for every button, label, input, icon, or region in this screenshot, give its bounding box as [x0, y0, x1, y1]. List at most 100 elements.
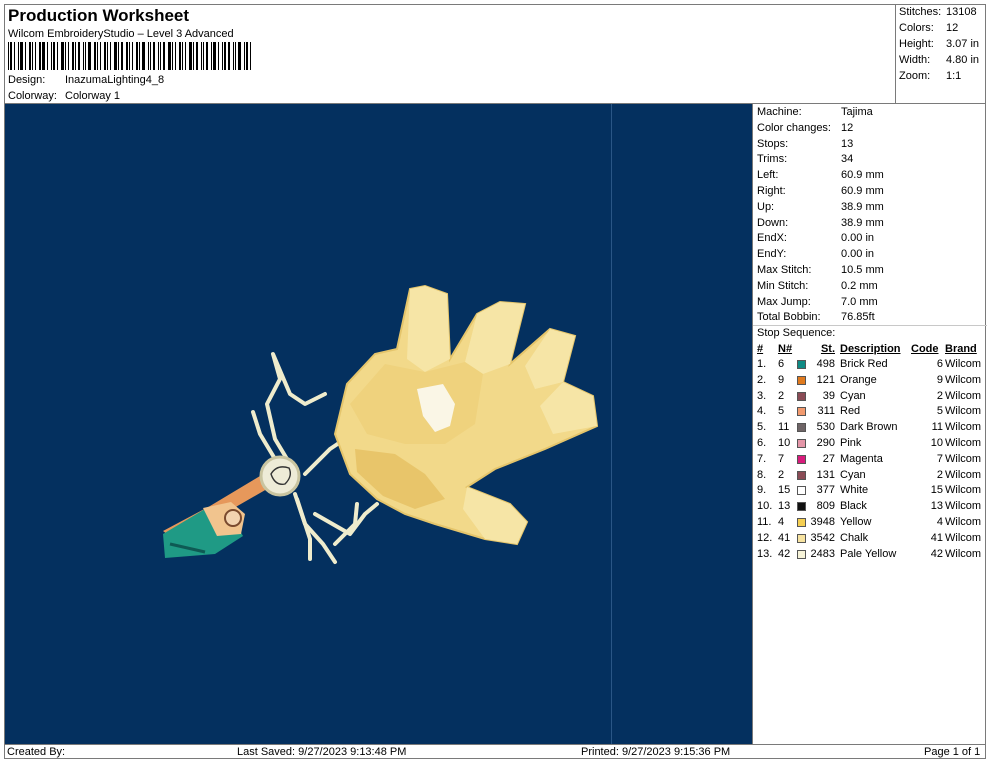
stop-sequence-row: 3. 2 39 Cyan 2 Wilcom: [753, 390, 987, 405]
barcode-bar: [8, 42, 9, 70]
cell-n: 2: [778, 389, 785, 402]
info-value: 76.85ft: [841, 311, 875, 324]
cell-n: 41: [778, 531, 791, 544]
barcode-bar: [10, 42, 12, 70]
cell-n: 5: [778, 405, 785, 418]
barcode-bar: [175, 42, 176, 70]
cell-code: 2: [936, 389, 943, 402]
last-saved: Last Saved: 9/27/2023 9:13:48 PM: [237, 746, 407, 758]
barcode-bar: [244, 42, 245, 70]
thread-color-swatch: [797, 454, 806, 464]
cell-st: 3542: [810, 531, 835, 544]
cell-desc: Pale Yellow: [840, 547, 897, 560]
cell-desc: Black: [840, 500, 867, 513]
cell-n: 15: [778, 484, 791, 497]
stat-value: 3.07 in: [946, 38, 980, 50]
cell-code: 9: [936, 373, 943, 386]
cell-num: 13.: [757, 547, 773, 560]
barcode-bar: [224, 42, 226, 70]
stop-sequence-row: 6. 10 290 Pink 10 Wilcom: [753, 437, 987, 452]
barcode-bar: [88, 42, 91, 70]
barcode-bar: [72, 42, 74, 70]
cell-n: 11: [778, 421, 790, 434]
stop-sequence-row: 8. 2 131 Cyan 2 Wilcom: [753, 469, 987, 484]
stop-sequence-row: 12. 41 3542 Chalk 41 Wilcom: [753, 532, 987, 547]
barcode-bar: [228, 42, 230, 70]
page-footer: Created By: Last Saved: 9/27/2023 9:13:4…: [4, 744, 986, 759]
cell-num: 3.: [757, 389, 767, 402]
info-label: Up:: [757, 200, 775, 213]
design-stats: Stitches: 13108 Colors: 12 Height: 3.07 in …: [895, 4, 986, 103]
stat-label: Width:: [899, 54, 931, 66]
cell-code: 15: [930, 484, 943, 497]
col-code: Code: [911, 343, 939, 355]
barcode-bar: [57, 42, 58, 70]
stop-sequence-row: 2. 9 121 Orange 9 Wilcom: [753, 374, 987, 389]
cell-brand: Wilcom: [945, 531, 982, 544]
cell-code: 42: [930, 547, 943, 560]
thread-color-swatch: [797, 486, 806, 496]
lightning-bolt: [313, 502, 379, 536]
barcode-bar: [189, 42, 192, 70]
cell-brand: Wilcom: [945, 484, 982, 497]
barcode-bar: [61, 42, 64, 70]
barcode-bar: [39, 42, 41, 70]
cell-n: 6: [778, 358, 785, 370]
stat-value: 13108: [946, 6, 977, 18]
barcode-bar: [42, 42, 45, 70]
cell-st: 290: [816, 437, 835, 449]
cell-num: 11.: [757, 516, 772, 528]
cell-code: 13: [930, 500, 943, 513]
cell-desc: Chalk: [840, 531, 869, 544]
info-label: Down:: [757, 216, 789, 229]
info-value: 7.0 mm: [841, 295, 878, 308]
cell-desc: Pink: [840, 437, 862, 449]
barcode-bar: [182, 42, 183, 70]
cell-st: 131: [816, 468, 835, 481]
barcode-bar: [153, 42, 155, 70]
stat-zoom: Zoom: 1:1: [899, 70, 961, 82]
barcode-bar: [179, 42, 181, 70]
stop-sequence-row: 9. 15 377 White 15 Wilcom: [753, 484, 987, 499]
barcode-bar: [238, 42, 241, 70]
barcode-bar: [97, 42, 98, 70]
thread-color-swatch: [797, 502, 806, 512]
cell-brand: Wilcom: [945, 516, 982, 528]
col-brand: Brand: [945, 343, 977, 355]
barcode-bar: [218, 42, 219, 70]
machine-info-row: EndY: 0.00 in: [757, 248, 874, 263]
barcode-bar: [160, 42, 161, 70]
cell-brand: Wilcom: [945, 468, 982, 481]
cell-brand: Wilcom: [945, 405, 982, 418]
barcode-bar: [85, 42, 86, 70]
cell-n: 42: [778, 547, 791, 560]
cell-num: 4.: [757, 405, 767, 418]
barcode-bar: [136, 42, 138, 70]
col-stitches: St.: [820, 343, 835, 355]
stat-label: Height:: [899, 38, 934, 50]
cell-desc: Orange: [840, 373, 877, 386]
cell-brand: Wilcom: [945, 547, 982, 560]
barcode-bar: [14, 42, 15, 70]
stop-sequence-row: 10. 13 809 Black 13 Wilcom: [753, 500, 987, 515]
colorway-value: Colorway 1: [65, 90, 121, 102]
info-value: 34: [841, 153, 854, 166]
colorway-label: Colorway:: [8, 90, 57, 102]
machine-info-row: EndX: 0.00 in: [757, 232, 874, 247]
machine-info-row: Min Stitch: 0.2 mm: [757, 280, 878, 295]
barcode-bar: [65, 42, 66, 70]
machine-info-row: Up: 38.9 mm: [757, 201, 884, 216]
cell-code: 11: [931, 421, 943, 434]
lightning-bolt: [265, 352, 327, 466]
cell-num: 7.: [757, 452, 767, 465]
info-value: 0.00 in: [841, 232, 875, 245]
stat-value: 1:1: [946, 70, 962, 82]
barcode-bar: [78, 42, 80, 70]
stat-label: Stitches:: [899, 6, 942, 18]
lightning-bolt: [293, 492, 337, 564]
barcode-bar: [25, 42, 26, 70]
cell-brand: Wilcom: [945, 358, 982, 370]
barcode-bar: [51, 42, 52, 70]
info-label: Trims:: [757, 153, 788, 166]
stop-sequence-header: # N# St. Description Code Brand: [753, 343, 987, 358]
